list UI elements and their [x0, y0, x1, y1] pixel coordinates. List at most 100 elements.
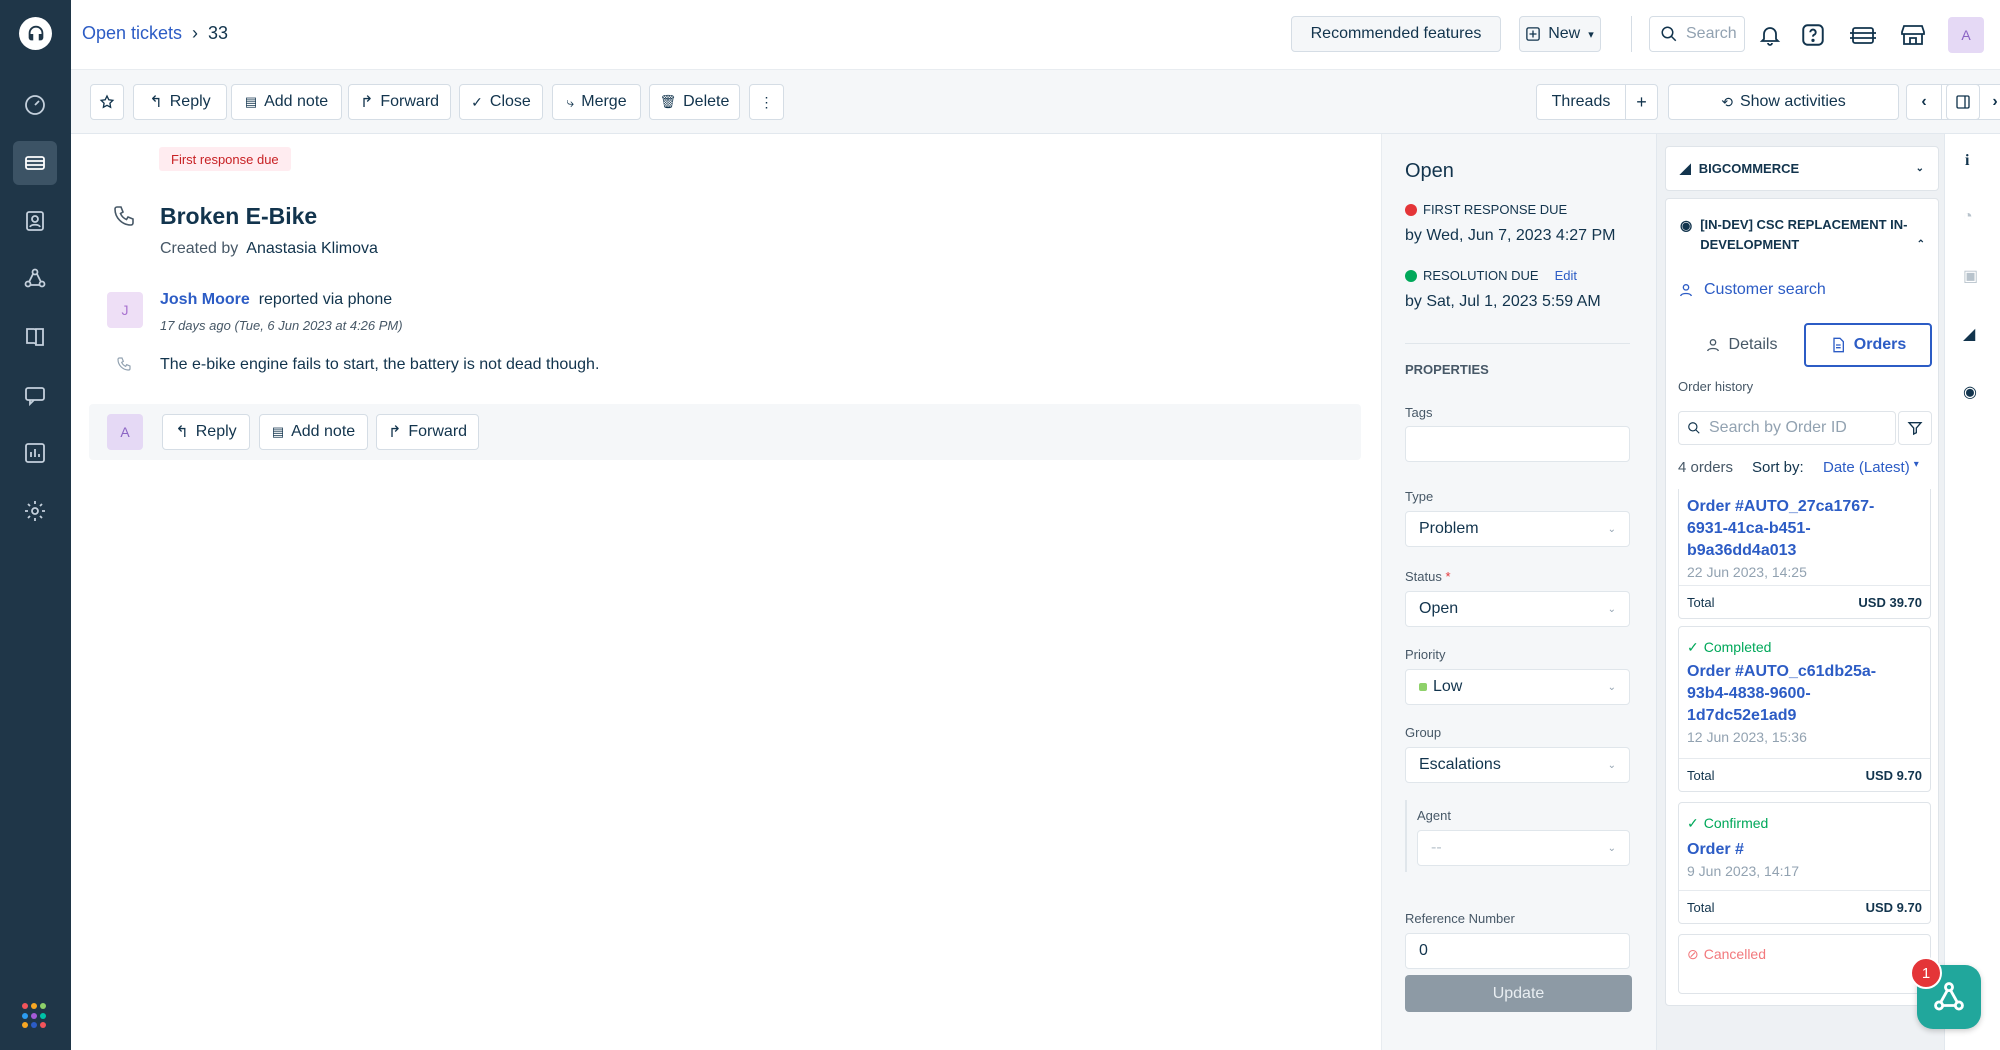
check-circle-icon: ✓	[471, 93, 483, 110]
recommended-features-button[interactable]: Recommended features	[1291, 16, 1501, 52]
star-button[interactable]	[90, 84, 124, 120]
apps-grid-icon[interactable]	[22, 1003, 48, 1029]
user-avatar[interactable]: A	[1948, 17, 1984, 53]
reply-bar-reply-label: Reply	[195, 423, 237, 440]
status-value: Open	[1419, 600, 1459, 617]
order-card[interactable]: Order #AUTO_27ca1767-6931-41ca-b451-b9a3…	[1678, 489, 1931, 619]
close-button[interactable]: ✓ Close	[459, 84, 543, 120]
requester-avatar: J	[107, 292, 143, 328]
freshdesk-logo-icon[interactable]	[19, 17, 52, 50]
apps-panel: ◢ BIGCOMMERCE ⌄ ◉ [IN-DEV] CSC REPLACEME…	[1656, 134, 1944, 1050]
reply-bar-reply-button[interactable]: ↰ Reply	[162, 414, 250, 450]
divider	[1631, 16, 1632, 52]
tab-details[interactable]: Details	[1678, 323, 1804, 367]
order-status: ✓ Confirmed	[1687, 815, 1768, 832]
merge-button[interactable]: ⤷ Merge	[552, 84, 641, 120]
store-icon[interactable]	[1895, 17, 1931, 53]
info-icon[interactable]: i	[1965, 152, 1969, 170]
settings-icon[interactable]	[13, 489, 57, 533]
order-id[interactable]: Order #	[1687, 839, 1887, 861]
bigcommerce-rail-icon[interactable]: ◢	[1963, 324, 1975, 344]
document-icon	[1833, 337, 1844, 353]
agent-select[interactable]: -- ⌄	[1417, 830, 1630, 866]
tickets-icon[interactable]	[13, 141, 57, 185]
notifications-bell-icon[interactable]	[1752, 17, 1788, 53]
order-total-value: USD 9.70	[1865, 899, 1922, 915]
marketplace-icon[interactable]	[1845, 17, 1881, 53]
csc-rail-icon[interactable]: ◉	[1963, 382, 1977, 402]
more-actions-button[interactable]: ⋮	[749, 84, 784, 120]
reference-number-input[interactable]: 0	[1405, 933, 1630, 969]
delete-button[interactable]: 🗑 Delete	[649, 84, 740, 120]
forward-button[interactable]: ↱ Forward	[348, 84, 451, 120]
app-logo-icon: ◉	[1680, 217, 1693, 233]
toggle-panel-button[interactable]	[1946, 84, 1980, 120]
groups-icon[interactable]	[13, 257, 57, 301]
order-search-input[interactable]: Search by Order ID	[1678, 411, 1896, 445]
knowledge-base-icon[interactable]	[13, 315, 57, 359]
group-label: Group	[1405, 725, 1442, 740]
chat-icon[interactable]	[13, 373, 57, 417]
reply-bar-forward-button[interactable]: ↱ Forward	[376, 414, 479, 450]
vertical-dots-icon: ⋮	[759, 93, 774, 110]
status-select[interactable]: Open ⌄	[1405, 591, 1630, 627]
breadcrumb-open-tickets[interactable]: Open tickets	[82, 23, 182, 44]
conversation-panel: First response due Broken E-Bike Created…	[71, 134, 1381, 1050]
search-input[interactable]: Search	[1649, 16, 1745, 52]
sort-select[interactable]: Date (Latest) ▾	[1823, 459, 1919, 476]
threads-button[interactable]: Threads	[1536, 84, 1626, 120]
new-button[interactable]: New ▾	[1519, 16, 1601, 52]
check-icon: ✓	[1687, 639, 1699, 655]
ticket-number: 33	[208, 23, 229, 43]
calendar-app-icon[interactable]: ▣	[1963, 266, 1978, 286]
group-value: Escalations	[1419, 756, 1501, 773]
priority-dot-icon	[1419, 683, 1427, 691]
type-select[interactable]: Problem ⌄	[1405, 511, 1630, 547]
tab-orders[interactable]: Orders	[1804, 323, 1932, 367]
new-label: New	[1548, 25, 1581, 42]
edit-resolution-link[interactable]: Edit	[1555, 268, 1577, 283]
requester-name[interactable]: Josh Moore	[160, 291, 250, 308]
add-note-button[interactable]: ▤ Add note	[231, 84, 342, 120]
order-status-label: Completed	[1703, 639, 1772, 655]
bigcommerce-app-header[interactable]: ◢ BIGCOMMERCE ⌄	[1665, 146, 1939, 191]
show-activities-button[interactable]: ⟲ Show activities	[1668, 84, 1899, 120]
left-navigation	[0, 0, 71, 1050]
previous-ticket-button[interactable]: ‹	[1906, 84, 1942, 120]
user-icon	[1680, 284, 1692, 297]
merge-label: Merge	[581, 93, 627, 110]
help-icon[interactable]	[1795, 17, 1831, 53]
order-card[interactable]: ⊘ Cancelled	[1678, 934, 1931, 994]
priority-select[interactable]: Low ⌄	[1405, 669, 1630, 705]
timer-icon[interactable]: ◔	[1963, 208, 1973, 226]
reported-via: reported via phone	[258, 291, 393, 308]
order-id[interactable]: Order #AUTO_c61db25a-93b4-4838-9600-1d7d…	[1687, 661, 1887, 727]
created-by-name[interactable]: Anastasia Klimova	[246, 240, 378, 257]
agent-indent-line	[1405, 800, 1407, 872]
reply-button[interactable]: ↰ Reply	[133, 84, 227, 120]
order-card[interactable]: ✓ Completed Order #AUTO_c61db25a-93b4-483…	[1678, 626, 1931, 792]
order-total-value: USD 9.70	[1865, 767, 1922, 783]
divider	[1405, 343, 1630, 344]
group-select[interactable]: Escalations ⌄	[1405, 747, 1630, 783]
recommended-features-label: Recommended features	[1310, 25, 1482, 42]
next-ticket-button[interactable]: ›	[1977, 84, 2000, 120]
delete-label: Delete	[683, 93, 730, 110]
first-response-value: by Wed, Jun 7, 2023 4:27 PM	[1405, 227, 1616, 244]
filter-button[interactable]	[1898, 411, 1932, 445]
update-button[interactable]: Update	[1405, 975, 1632, 1012]
contacts-icon[interactable]	[13, 199, 57, 243]
customer-search-link[interactable]: Customer search	[1678, 281, 1826, 299]
dashboard-icon[interactable]	[13, 83, 57, 127]
reply-bar-add-note-button[interactable]: ▤ Add note	[259, 414, 368, 450]
tags-label: Tags	[1405, 405, 1433, 420]
order-card[interactable]: ✓ Confirmed Order # 9 Jun 2023, 14:17 Tot…	[1678, 802, 1931, 924]
priority-label: Priority	[1405, 647, 1446, 662]
reference-number-value: 0	[1419, 942, 1428, 959]
orders-list: Order #AUTO_27ca1767-6931-41ca-b451-b9a3…	[1666, 489, 1938, 1005]
tags-input[interactable]	[1405, 426, 1630, 462]
add-thread-button[interactable]: +	[1625, 84, 1658, 120]
csc-app-header[interactable]: ◉ [IN-DEV] CSC REPLACEMENT IN-DEVELOPMEN…	[1680, 215, 1925, 255]
order-id[interactable]: Order #AUTO_27ca1767-6931-41ca-b451-b9a3…	[1687, 496, 1887, 562]
reports-icon[interactable]	[13, 431, 57, 475]
